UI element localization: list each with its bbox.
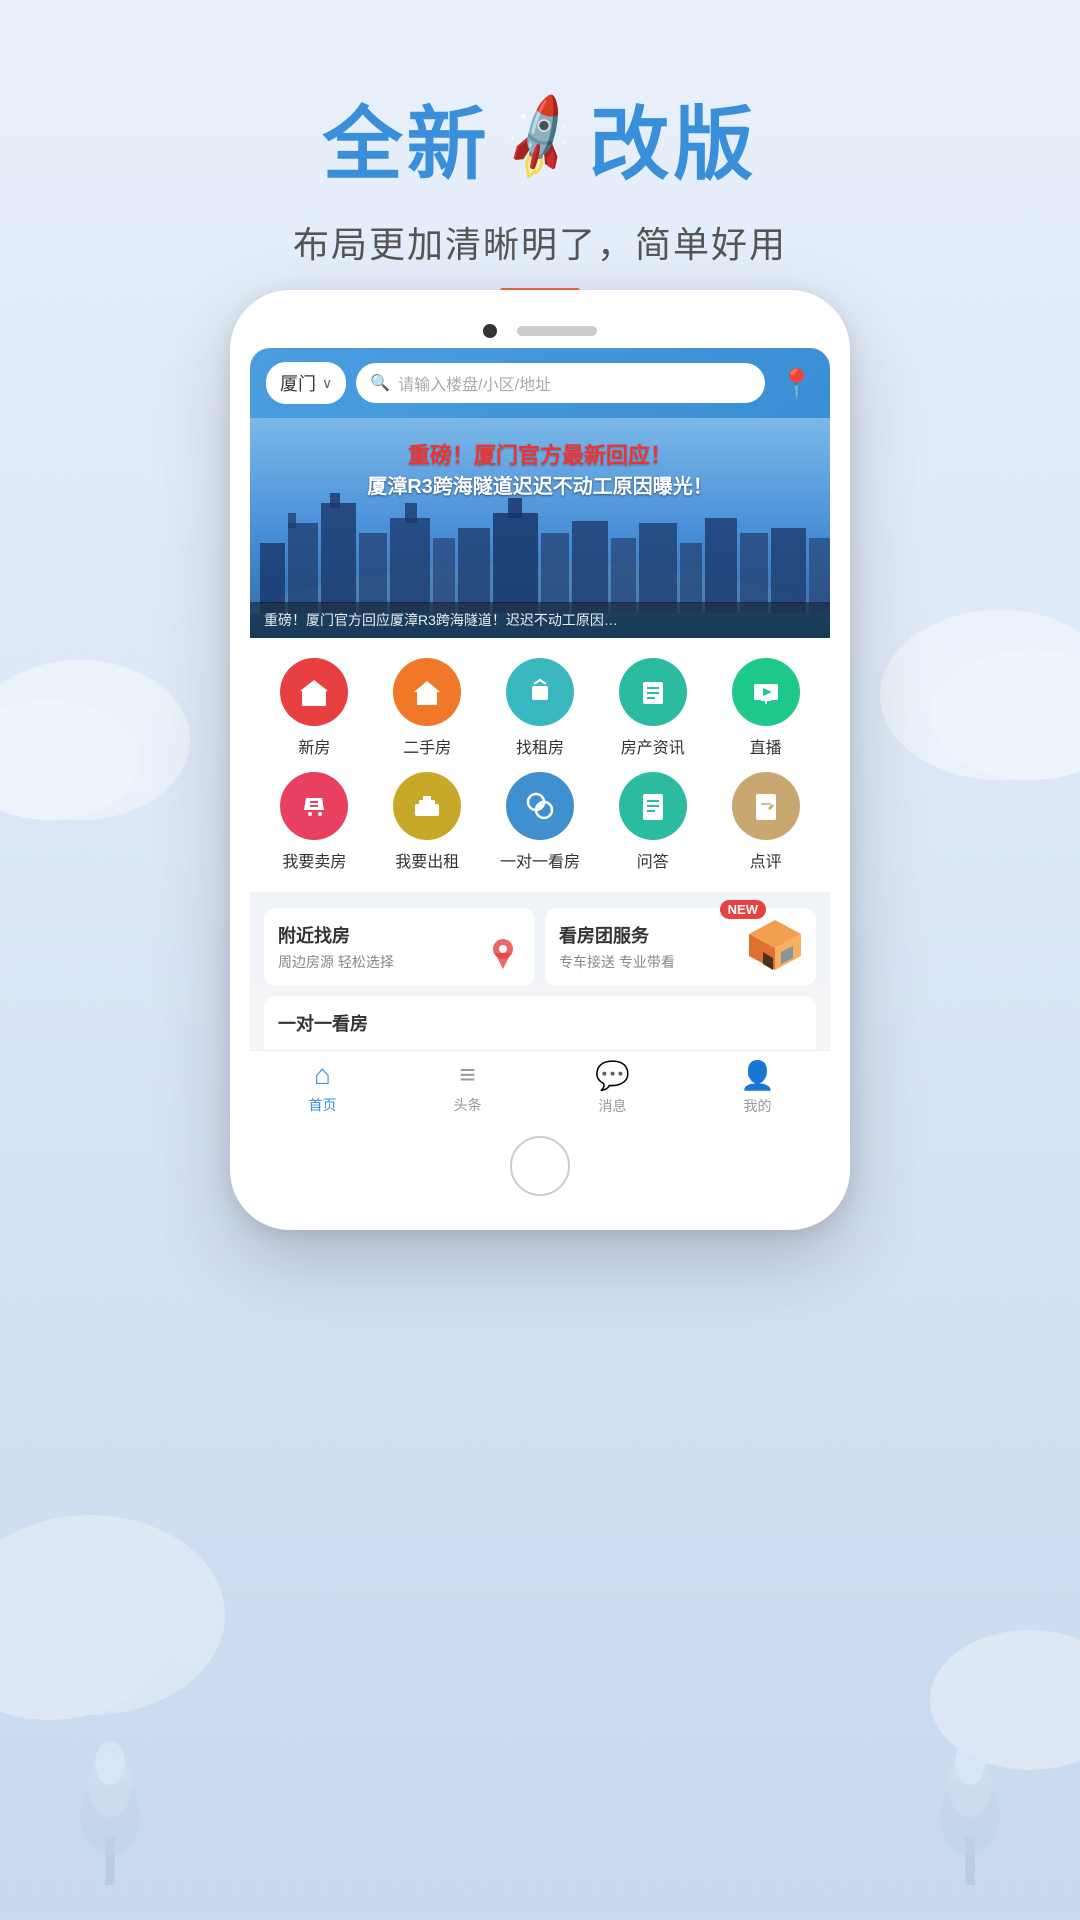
menu-icon-one-on-one <box>506 772 574 840</box>
menu-item-rent[interactable]: 找租房 <box>486 658 595 758</box>
phone-screen: 厦门 ∨ 🔍 请输入楼盘/小区/地址 📍 <box>250 348 830 1210</box>
app-header: 厦门 ∨ 🔍 请输入楼盘/小区/地址 📍 <box>250 348 830 418</box>
cityscape-svg <box>250 483 830 613</box>
city-selector[interactable]: 厦门 ∨ <box>266 362 346 404</box>
home-button[interactable] <box>510 1136 570 1196</box>
menu-icon-second-hand <box>393 658 461 726</box>
phone-speaker-area <box>250 310 830 348</box>
menu-icon-review <box>732 772 800 840</box>
decorative-tree-left <box>60 1725 160 1890</box>
nav-item-messages[interactable]: 💬 消息 <box>540 1059 685 1116</box>
menu-item-rent-out[interactable]: 我要出租 <box>373 772 482 872</box>
menu-label-sell: 我要卖房 <box>282 848 346 872</box>
banner-title-line2: 厦漳R3跨海隧道迟迟不动工原因曝光！ <box>250 470 830 499</box>
header-subtitle: 布局更加清晰明了，简单好用 <box>0 216 1080 268</box>
profile-icon: 👤 <box>740 1059 775 1092</box>
title-left: 全新 <box>323 80 491 196</box>
home-button-area <box>250 1128 830 1210</box>
header-area: 全新 🚀 改版 布局更加清晰明了，简单好用 <box>0 80 1080 293</box>
menu-icon-news <box>619 658 687 726</box>
menu-icon-rent-out <box>393 772 461 840</box>
nav-label-home: 首页 <box>309 1095 337 1115</box>
menu-item-one-on-one[interactable]: 一对一看房 <box>486 772 595 872</box>
banner-footer-text: 重磅！厦门官方回应厦漳R3跨海隧道！迟迟不动工原因… <box>264 612 618 628</box>
nav-bar: ⌂ 首页 ≡ 头条 💬 消息 👤 我的 <box>250 1050 830 1128</box>
menu-label-news: 房产资讯 <box>621 734 685 758</box>
menu-grid: 新房 二手房 找租房 <box>260 658 820 872</box>
nav-label-profile: 我的 <box>744 1096 772 1116</box>
menu-item-second-hand[interactable]: 二手房 <box>373 658 482 758</box>
home-icon: ⌂ <box>314 1059 331 1091</box>
banner-footer: 重磅！厦门官方回应厦漳R3跨海隧道！迟迟不动工原因… <box>250 602 830 638</box>
phone-camera <box>483 324 497 338</box>
tour-house-icon <box>743 916 808 976</box>
menu-icon-qa <box>619 772 687 840</box>
nav-label-headlines: 头条 <box>454 1095 482 1115</box>
decorative-tree-right <box>920 1725 1020 1890</box>
phone-speaker <box>517 326 597 336</box>
rocket-icon: 🚀 <box>490 89 590 188</box>
chevron-down-icon: ∨ <box>322 375 332 392</box>
menu-label-review: 点评 <box>750 848 782 872</box>
phone-mockup: 厦门 ∨ 🔍 请输入楼盘/小区/地址 📍 <box>230 290 850 1230</box>
title-right: 改版 <box>589 80 757 196</box>
nav-label-messages: 消息 <box>599 1096 627 1116</box>
menu-icon-live <box>732 658 800 726</box>
nav-item-profile[interactable]: 👤 我的 <box>685 1059 830 1116</box>
header-title: 全新 🚀 改版 <box>0 80 1080 196</box>
city-name: 厦门 <box>280 370 316 396</box>
messages-icon: 💬 <box>595 1059 630 1092</box>
banner-text-overlay: 重磅！厦门官方最新回应！ 厦漳R3跨海隧道迟迟不动工原因曝光！ <box>250 438 830 499</box>
menu-label-qa: 问答 <box>637 848 669 872</box>
menu-item-review[interactable]: 点评 <box>711 772 820 872</box>
nearby-map-pin <box>483 933 523 978</box>
banner[interactable]: 重磅！厦门官方最新回应！ 厦漳R3跨海隧道迟迟不动工原因曝光！ 重磅！厦门官方回… <box>250 418 830 638</box>
section-tour[interactable]: NEW 看房团服务 专车接送 专业带看 <box>545 908 816 986</box>
nav-item-headlines[interactable]: ≡ 头条 <box>395 1059 540 1116</box>
nav-item-home[interactable]: ⌂ 首页 <box>250 1059 395 1116</box>
banner-title-line1: 重磅！厦门官方最新回应！ <box>250 438 830 470</box>
menu-label-one-on-one: 一对一看房 <box>500 848 580 872</box>
section-nearby[interactable]: 附近找房 周边房源 轻松选择 <box>264 908 535 986</box>
menu-label-new-house: 新房 <box>298 734 330 758</box>
cloud-left <box>0 700 140 820</box>
menu-label-rent-out: 我要出租 <box>395 848 459 872</box>
search-bar[interactable]: 🔍 请输入楼盘/小区/地址 <box>356 363 765 403</box>
partial-card-title: 一对一看房 <box>278 1010 802 1036</box>
location-icon[interactable]: 📍 <box>779 367 814 400</box>
phone-frame: 厦门 ∨ 🔍 请输入楼盘/小区/地址 📍 <box>230 290 850 1230</box>
headlines-icon: ≡ <box>459 1059 475 1091</box>
menu-grid-container: 新房 二手房 找租房 <box>250 638 830 892</box>
menu-icon-sell <box>280 772 348 840</box>
menu-item-news[interactable]: 房产资讯 <box>598 658 707 758</box>
menu-item-qa[interactable]: 问答 <box>598 772 707 872</box>
menu-icon-rent <box>506 658 574 726</box>
bottom-sections: 附近找房 周边房源 轻松选择 NEW 看房团服务 专车接送 专业带看 <box>250 892 830 986</box>
partial-card[interactable]: 一对一看房 <box>264 996 816 1050</box>
menu-icon-new-house <box>280 658 348 726</box>
menu-item-new-house[interactable]: 新房 <box>260 658 369 758</box>
menu-item-live[interactable]: 直播 <box>711 658 820 758</box>
cloud-bottom-left <box>0 1570 160 1720</box>
menu-label-second-hand: 二手房 <box>403 734 451 758</box>
cloud-right <box>930 650 1080 780</box>
menu-label-rent: 找租房 <box>516 734 564 758</box>
search-icon: 🔍 <box>370 373 390 393</box>
menu-label-live: 直播 <box>750 734 782 758</box>
menu-item-sell[interactable]: 我要卖房 <box>260 772 369 872</box>
search-placeholder-text: 请输入楼盘/小区/地址 <box>398 371 551 395</box>
